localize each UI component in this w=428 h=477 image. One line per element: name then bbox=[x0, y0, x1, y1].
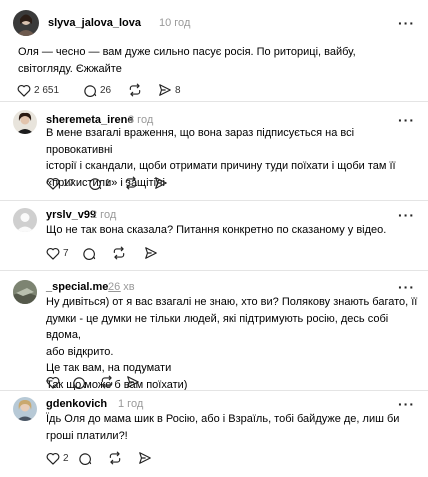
like-button[interactable]: 17 bbox=[46, 175, 88, 191]
post-text-line: або відкрито. bbox=[46, 345, 114, 358]
post-text-line: Що не так вона сказала? Питання конкретн… bbox=[46, 224, 387, 236]
comment-count: 1 bbox=[105, 177, 111, 189]
action-bar: 2 651 26 8 bbox=[17, 82, 188, 98]
more-options-icon[interactable]: ··· bbox=[398, 208, 415, 222]
heart-icon bbox=[17, 84, 31, 97]
repost-icon bbox=[125, 176, 137, 190]
share-icon bbox=[127, 376, 139, 388]
action-bar bbox=[46, 374, 156, 390]
comment-icon bbox=[84, 85, 97, 97]
avatar[interactable] bbox=[13, 110, 37, 134]
share-button[interactable]: 8 bbox=[158, 82, 188, 98]
comment-button[interactable]: 1 bbox=[88, 175, 124, 191]
more-options-icon[interactable]: ··· bbox=[398, 113, 415, 127]
post-text: Їдь Оля до мама шик в Росію, або і Взраї… bbox=[46, 411, 421, 444]
share-icon bbox=[139, 452, 151, 464]
share-icon bbox=[145, 247, 157, 259]
comment-icon bbox=[89, 178, 102, 190]
comment-button[interactable] bbox=[78, 450, 108, 466]
like-count: 2 bbox=[63, 452, 69, 464]
timestamp: 26 хв bbox=[108, 281, 135, 293]
share-button[interactable] bbox=[126, 374, 156, 390]
post-text: Оля — чесно — вам дуже сильно пасує росі… bbox=[18, 44, 418, 77]
post-text-line: світогляду. Єжжайте bbox=[18, 62, 122, 75]
heart-icon bbox=[46, 376, 60, 389]
repost-button[interactable] bbox=[128, 82, 158, 98]
like-count: 2 651 bbox=[34, 84, 60, 96]
avatar[interactable] bbox=[13, 397, 37, 421]
comment-icon bbox=[83, 248, 96, 260]
post-text-line: думки - це думки не тільки людей, які пі… bbox=[46, 312, 389, 342]
share-icon bbox=[159, 84, 171, 96]
share-button[interactable] bbox=[154, 175, 184, 191]
comment-count: 26 bbox=[100, 84, 112, 96]
post-text-line: В мене взагалі враження, що вона зараз п… bbox=[46, 127, 355, 156]
like-button[interactable]: 2 bbox=[46, 450, 78, 466]
share-count: 8 bbox=[175, 84, 181, 96]
more-options-icon[interactable]: ··· bbox=[398, 280, 415, 294]
post-2: sheremeta_irene 8 год ··· В мене взагалі… bbox=[0, 102, 428, 199]
comment-icon bbox=[73, 377, 86, 389]
more-options-icon[interactable]: ··· bbox=[398, 397, 415, 411]
share-button[interactable] bbox=[144, 245, 174, 261]
repost-button[interactable] bbox=[108, 450, 138, 466]
post-4: _special.me__ 26 хв ··· Ну дивіться) от … bbox=[0, 271, 428, 391]
timestamp: 2 год bbox=[91, 209, 117, 221]
comment-icon bbox=[79, 453, 92, 465]
comment-button[interactable] bbox=[82, 245, 112, 261]
like-count: 17 bbox=[63, 177, 75, 189]
heart-icon bbox=[46, 452, 60, 465]
timestamp: 10 год bbox=[159, 17, 191, 29]
post-text-line: Їдь Оля до мама шик в Росію, або і Взраї… bbox=[46, 413, 400, 425]
heart-icon bbox=[46, 177, 60, 190]
action-bar: 2 bbox=[46, 450, 168, 466]
share-icon bbox=[155, 177, 167, 189]
comment-button[interactable] bbox=[72, 374, 100, 390]
post-text: Що не так вона сказала? Питання конкретн… bbox=[46, 222, 421, 239]
like-button[interactable] bbox=[46, 374, 72, 390]
post-1: slyva_jalova_lova 10 год ··· Оля — чесно… bbox=[0, 0, 428, 98]
share-button[interactable] bbox=[138, 450, 168, 466]
username[interactable]: gdenkovich bbox=[46, 398, 107, 410]
repost-button[interactable] bbox=[112, 245, 144, 261]
repost-icon bbox=[101, 375, 113, 389]
repost-icon bbox=[129, 83, 141, 97]
repost-button[interactable] bbox=[124, 175, 154, 191]
post-text-line: Оля — чесно — вам дуже сильно пасує росі… bbox=[18, 46, 356, 58]
repost-button[interactable] bbox=[100, 374, 126, 390]
action-bar: 17 1 bbox=[46, 175, 184, 191]
post-text-line: гроші платили?! bbox=[46, 429, 128, 442]
post-text-line: історії і скандали, щоби отримати причин… bbox=[46, 160, 396, 172]
repost-icon bbox=[113, 246, 125, 260]
username[interactable]: yrslv_v99 bbox=[46, 209, 96, 221]
heart-icon bbox=[46, 247, 60, 260]
username[interactable]: slyva_jalova_lova bbox=[48, 17, 141, 29]
avatar[interactable] bbox=[13, 10, 39, 36]
post-5: gdenkovich 1 год ··· Їдь Оля до мама шик… bbox=[0, 391, 428, 477]
like-button[interactable]: 7 bbox=[46, 245, 82, 261]
action-bar: 7 bbox=[46, 245, 174, 261]
avatar[interactable] bbox=[13, 280, 37, 304]
avatar[interactable] bbox=[13, 208, 37, 232]
like-button[interactable]: 2 651 bbox=[17, 82, 83, 98]
like-count: 7 bbox=[63, 247, 69, 259]
comment-button[interactable]: 26 bbox=[83, 82, 128, 98]
post-3: yrslv_v99 2 год ··· Що не так вона сказа… bbox=[0, 201, 428, 267]
more-options-icon[interactable]: ··· bbox=[398, 16, 415, 30]
post-text-line: Ну дивіться) от я вас взагалі не знаю, х… bbox=[46, 296, 418, 308]
repost-icon bbox=[109, 451, 121, 465]
timestamp: 1 год bbox=[118, 398, 144, 410]
